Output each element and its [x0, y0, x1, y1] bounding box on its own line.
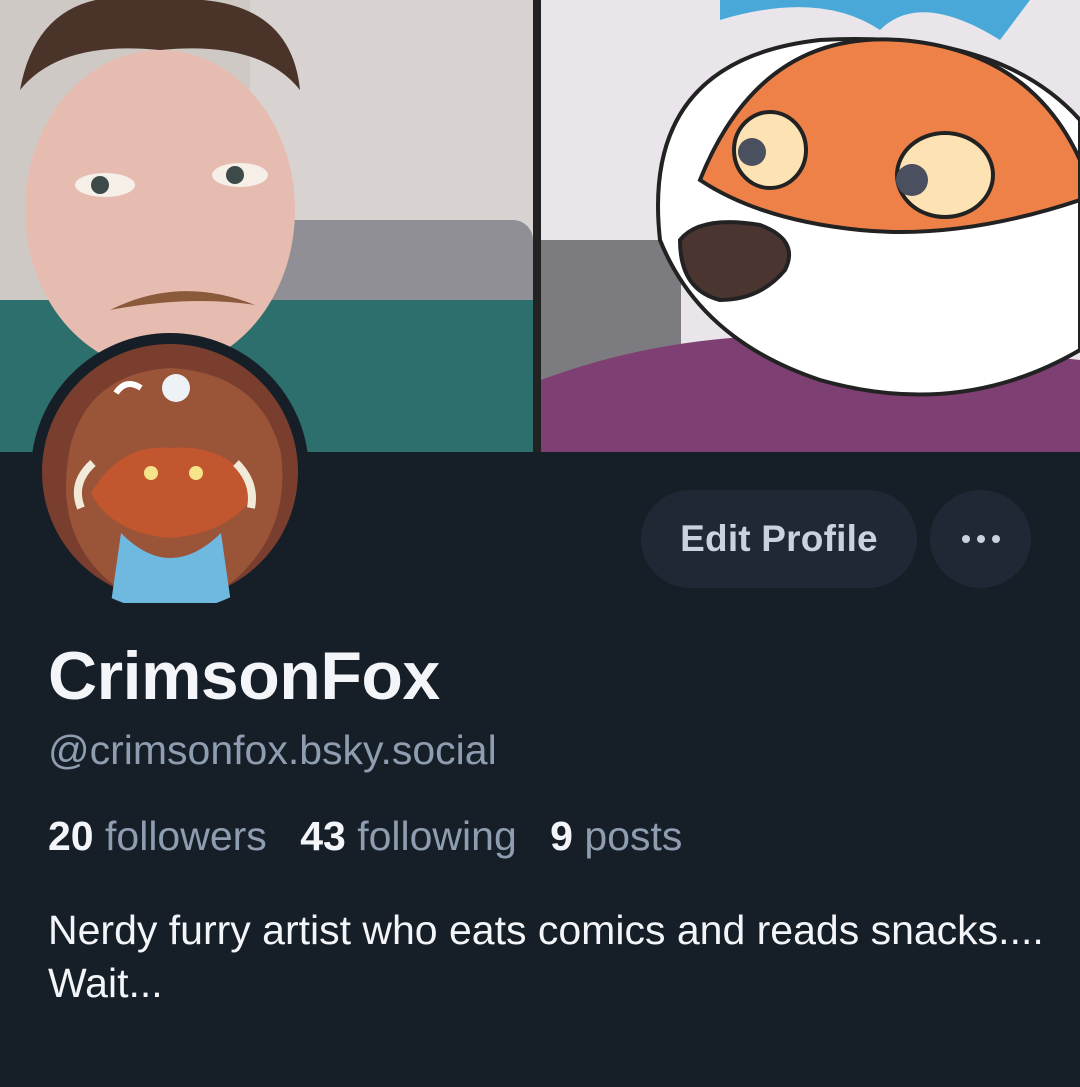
- followers-count: 20: [48, 813, 94, 859]
- avatar-image: [34, 336, 306, 608]
- followers-stat[interactable]: 20 followers: [48, 813, 267, 859]
- display-name: CrimsonFox: [48, 638, 440, 714]
- followers-label: followers: [105, 813, 267, 859]
- posts-count: 9: [550, 813, 573, 859]
- profile-bio: Nerdy furry artist who eats comics and r…: [48, 907, 1044, 1006]
- profile-avatar[interactable]: [31, 333, 309, 611]
- ellipsis-icon: [961, 535, 1000, 543]
- following-label: following: [357, 813, 517, 859]
- following-count: 43: [300, 813, 346, 859]
- posts-label: posts: [584, 813, 683, 859]
- following-stat[interactable]: 43 following: [300, 813, 517, 859]
- more-options-button[interactable]: [930, 490, 1031, 588]
- profile-stats: 20 followers 43 following 9 posts: [48, 808, 704, 864]
- posts-stat: 9 posts: [550, 813, 682, 859]
- edit-profile-button[interactable]: Edit Profile: [641, 490, 917, 588]
- profile-handle: @crimsonfox.bsky.social: [48, 727, 497, 773]
